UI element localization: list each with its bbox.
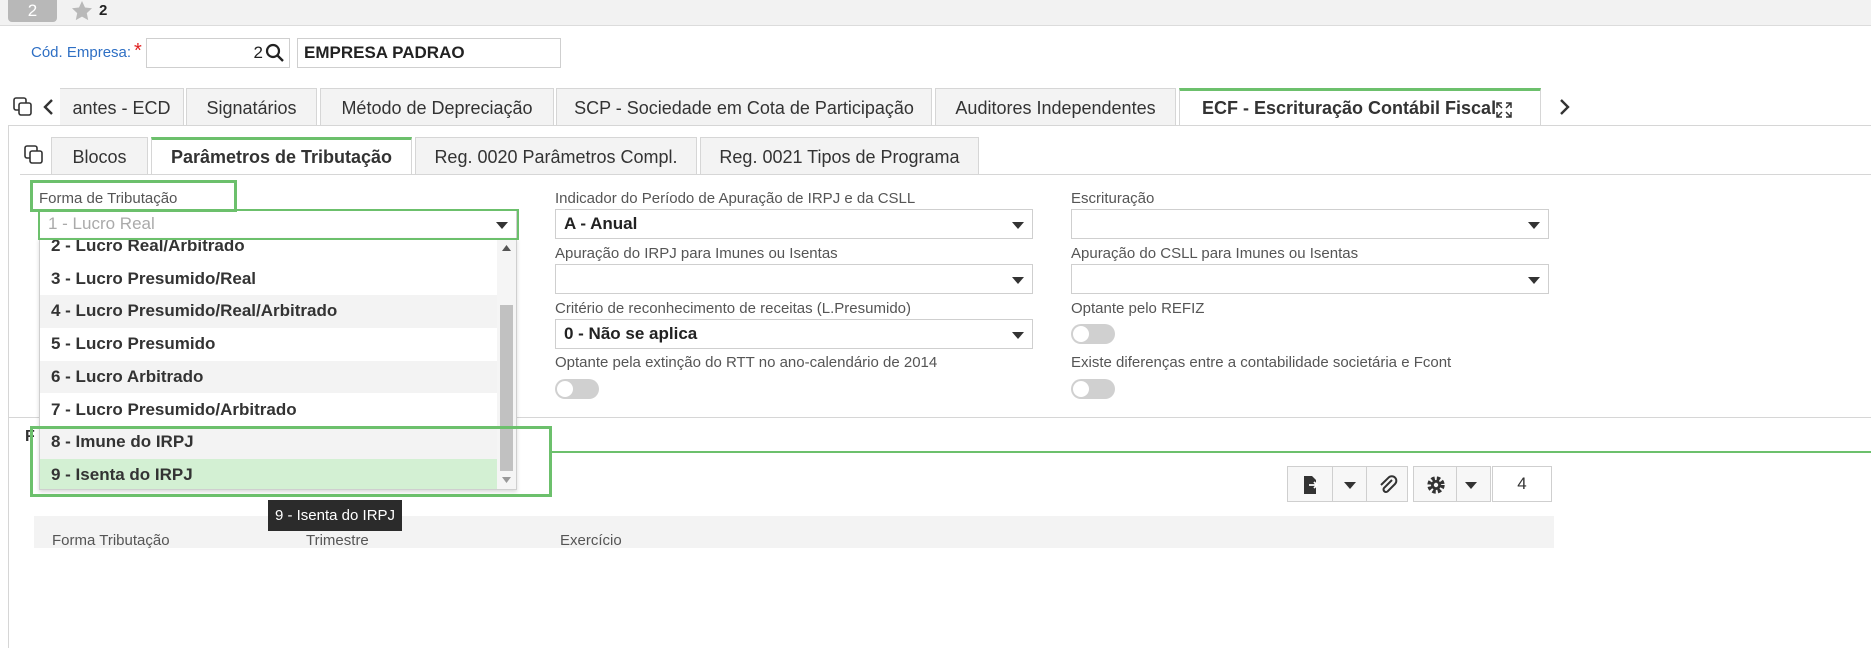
indicador-periodo-select[interactable]: A - Anual bbox=[555, 209, 1033, 239]
caret-down-icon bbox=[1528, 222, 1540, 229]
scroll-down-icon[interactable] bbox=[502, 477, 511, 483]
tab-auditores[interactable]: Auditores Independentes bbox=[935, 88, 1176, 126]
required-mark: * bbox=[134, 40, 142, 62]
dropdown-scrollbar[interactable] bbox=[497, 239, 516, 489]
top-bar: 2 2 bbox=[0, 0, 1871, 26]
apuracao-irpj-select[interactable] bbox=[555, 264, 1033, 294]
forma-tributacao-dropdown[interactable]: 2 - Lucro Real/Arbitrado 3 - Lucro Presu… bbox=[39, 238, 517, 490]
option-tooltip: 9 - Isenta do IRPJ bbox=[268, 500, 402, 531]
dropdown-option-selected[interactable]: 9 - Isenta do IRPJ bbox=[40, 458, 498, 489]
escrituracao-label: Escrituração bbox=[1071, 190, 1155, 207]
escrituracao-select[interactable] bbox=[1071, 209, 1549, 239]
tab-scp[interactable]: SCP - Sociedade em Cota de Participação bbox=[556, 88, 932, 126]
search-icon[interactable] bbox=[265, 43, 285, 63]
company-code-value: 2 bbox=[253, 43, 263, 62]
grid-header: Forma Tributação Trimestre Exercício bbox=[34, 516, 1554, 549]
dropdown-scroll-thumb[interactable] bbox=[500, 305, 513, 471]
export-button-group[interactable] bbox=[1287, 466, 1371, 502]
caret-down-icon bbox=[1012, 277, 1024, 284]
caret-down-icon bbox=[1528, 277, 1540, 284]
tab-participantes-ecd[interactable]: antes - ECD bbox=[60, 88, 184, 126]
grid-title-underline bbox=[552, 451, 1871, 453]
rtt-label: Optante pela extinção do RTT no ano-cale… bbox=[555, 354, 938, 371]
dropdown-option[interactable]: 8 - Imune do IRPJ bbox=[40, 426, 498, 459]
row-count: 4 bbox=[1492, 466, 1552, 502]
subtab-bar-divider bbox=[20, 174, 1871, 175]
indicador-periodo-value: A - Anual bbox=[564, 214, 638, 233]
criterio-receitas-select[interactable]: 0 - Não se aplica bbox=[555, 319, 1033, 349]
grid-title: F bbox=[25, 428, 35, 445]
caret-down-icon bbox=[496, 222, 508, 229]
dropdown-option[interactable]: 7 - Lucro Presumido/Arbitrado bbox=[40, 394, 498, 427]
export-icon[interactable] bbox=[1300, 475, 1320, 495]
apuracao-irpj-label: Apuração do IRPJ para Imunes ou Isentas bbox=[555, 245, 838, 262]
criterio-receitas-label: Critério de reconhecimento de receitas (… bbox=[555, 300, 911, 317]
indicador-periodo-label: Indicador do Período de Apuração de IRPJ… bbox=[555, 190, 916, 207]
caret-down-icon bbox=[1012, 332, 1024, 339]
record-badge[interactable]: 2 bbox=[8, 0, 57, 22]
subtab-blocos[interactable]: Blocos bbox=[51, 137, 148, 175]
apuracao-csll-label: Apuração do CSLL para Imunes ou Isentas bbox=[1071, 245, 1359, 262]
caret-down-icon bbox=[1012, 222, 1024, 229]
forma-tributacao-value: 1 - Lucro Real bbox=[48, 214, 155, 233]
copy-icon[interactable] bbox=[24, 145, 44, 165]
apuracao-csll-select[interactable] bbox=[1071, 264, 1549, 294]
dropdown-option[interactable]: 3 - Lucro Presumido/Real bbox=[40, 263, 498, 296]
chevron-right-icon[interactable] bbox=[1558, 98, 1571, 116]
column-forma-tributacao[interactable]: Forma Tributação bbox=[52, 532, 170, 549]
forma-tributacao-select[interactable]: 1 - Lucro Real bbox=[39, 209, 517, 239]
dropdown-option[interactable]: 6 - Lucro Arbitrado bbox=[40, 360, 498, 394]
scroll-up-icon[interactable] bbox=[502, 245, 511, 251]
caret-down-icon[interactable] bbox=[1465, 482, 1477, 489]
settings-button-group[interactable] bbox=[1413, 466, 1491, 502]
tab-ecf-label: ECF - Escrituração Contábil Fiscal bbox=[1202, 98, 1497, 118]
subtab-reg-0020[interactable]: Reg. 0020 Parâmetros Compl. bbox=[415, 137, 697, 175]
dropdown-option[interactable]: 4 - Lucro Presumido/Real/Arbitrado bbox=[40, 295, 498, 329]
company-name-field: EMPRESA PADRAO bbox=[297, 38, 561, 68]
attach-button[interactable] bbox=[1366, 466, 1408, 502]
dropdown-option[interactable]: 2 - Lucro Real/Arbitrado bbox=[40, 239, 498, 263]
expand-icon[interactable] bbox=[1496, 102, 1512, 118]
subtab-parametros-tributacao[interactable]: Parâmetros de Tributação bbox=[151, 137, 412, 175]
copy-icon[interactable] bbox=[13, 97, 33, 117]
fcont-toggle[interactable] bbox=[1071, 379, 1115, 399]
fcont-label: Existe diferenças entre a contabilidade … bbox=[1071, 354, 1452, 371]
tab-signatarios[interactable]: Signatários bbox=[186, 88, 317, 126]
caret-down-icon[interactable] bbox=[1344, 482, 1356, 489]
favorite-count: 2 bbox=[99, 2, 108, 19]
chevron-left-icon[interactable] bbox=[42, 98, 56, 116]
star-icon[interactable] bbox=[69, 0, 95, 23]
rtt-toggle[interactable] bbox=[555, 379, 599, 399]
forma-tributacao-label: Forma de Tributação bbox=[39, 190, 178, 207]
tab-ecf[interactable]: ECF - Escrituração Contábil Fiscal bbox=[1179, 88, 1541, 126]
refiz-label: Optante pelo REFIZ bbox=[1071, 300, 1205, 317]
company-code-label: Cód. Empresa: bbox=[31, 44, 132, 61]
company-code-input[interactable]: 2 bbox=[146, 38, 290, 68]
subtab-reg-0021[interactable]: Reg. 0021 Tipos de Programa bbox=[700, 137, 979, 175]
refiz-toggle[interactable] bbox=[1071, 324, 1115, 344]
dropdown-option[interactable]: 5 - Lucro Presumido bbox=[40, 328, 498, 361]
paperclip-icon bbox=[1380, 475, 1398, 493]
criterio-receitas-value: 0 - Não se aplica bbox=[564, 324, 698, 343]
tab-metodo-depreciacao[interactable]: Método de Depreciação bbox=[320, 88, 554, 126]
column-exercicio[interactable]: Exercício bbox=[560, 532, 622, 549]
gear-icon[interactable] bbox=[1425, 474, 1447, 496]
column-trimestre[interactable]: Trimestre bbox=[306, 532, 369, 549]
